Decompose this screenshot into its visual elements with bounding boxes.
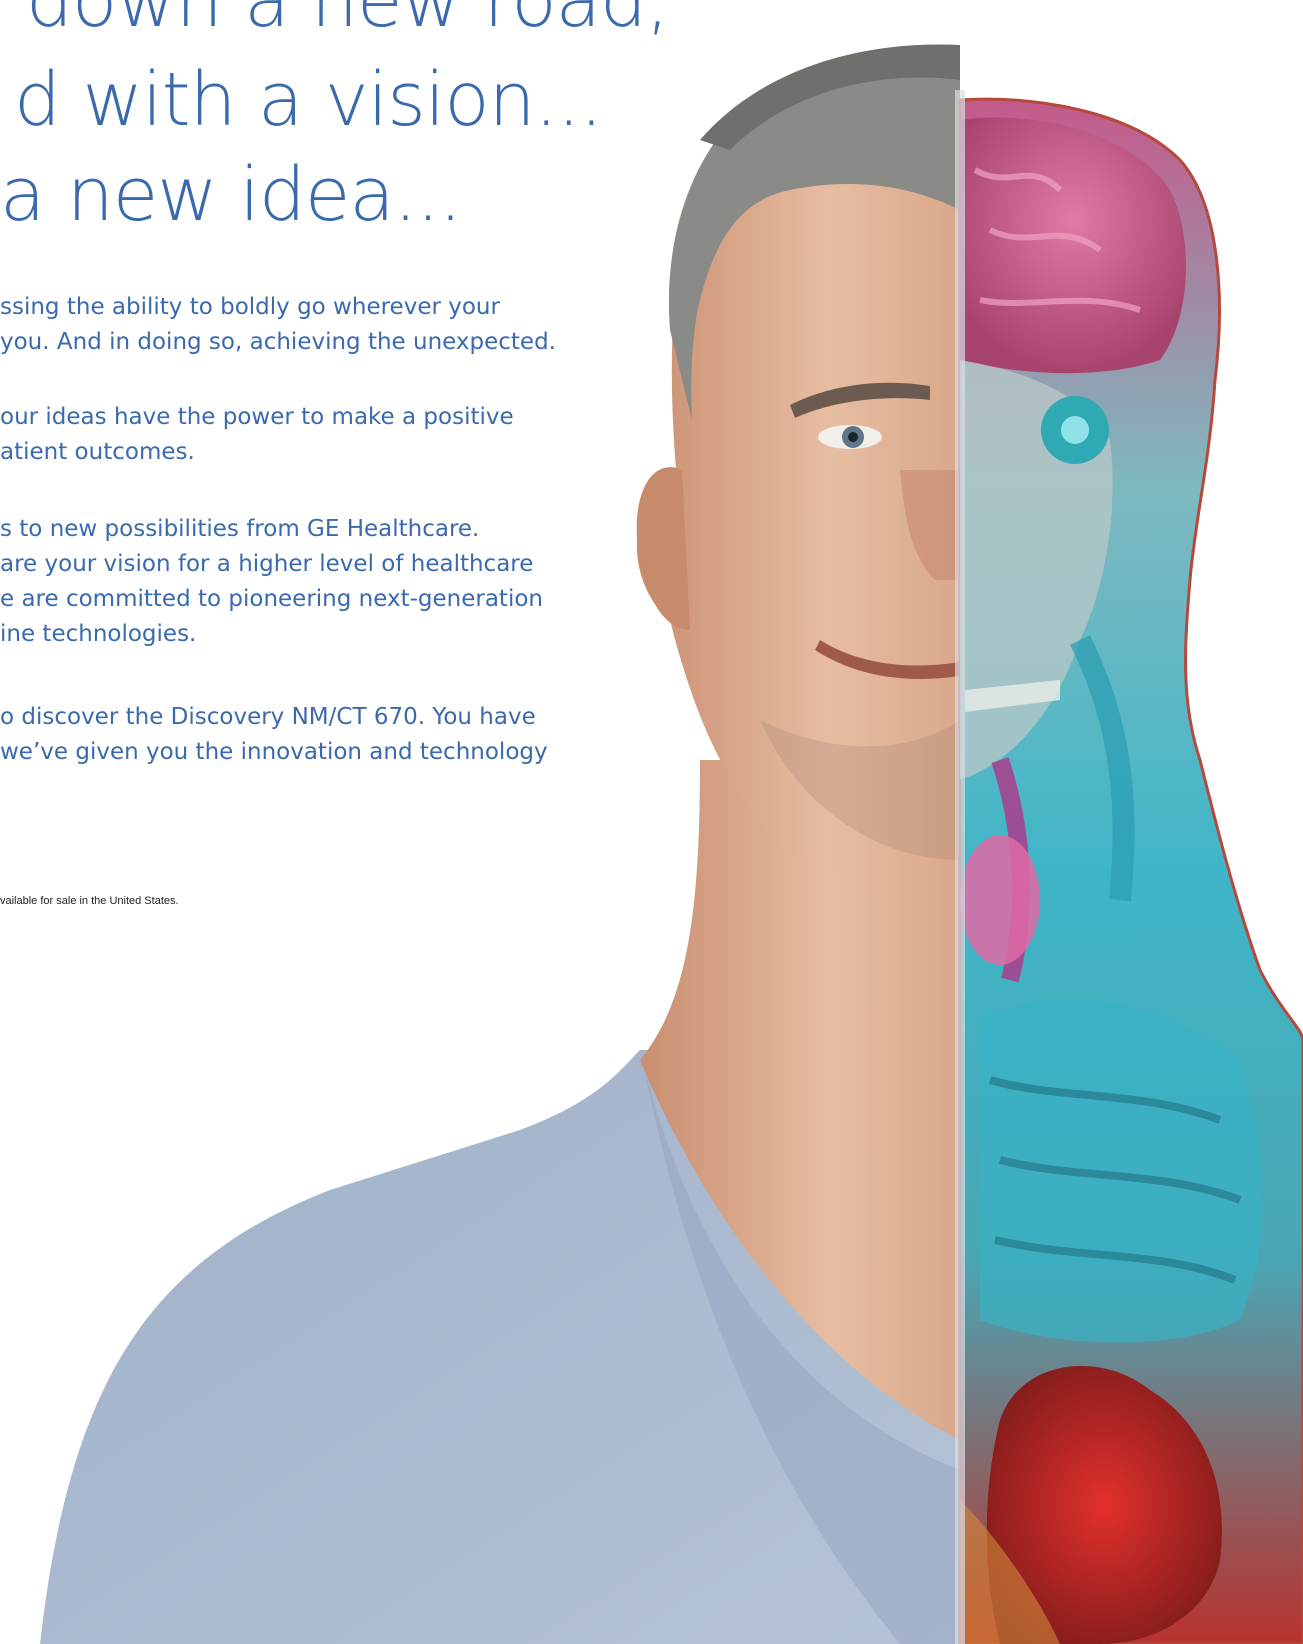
anatomy-half xyxy=(958,97,1303,1644)
man-head xyxy=(636,44,960,888)
anatomy-illustration xyxy=(40,44,1303,1644)
ear xyxy=(636,467,690,630)
